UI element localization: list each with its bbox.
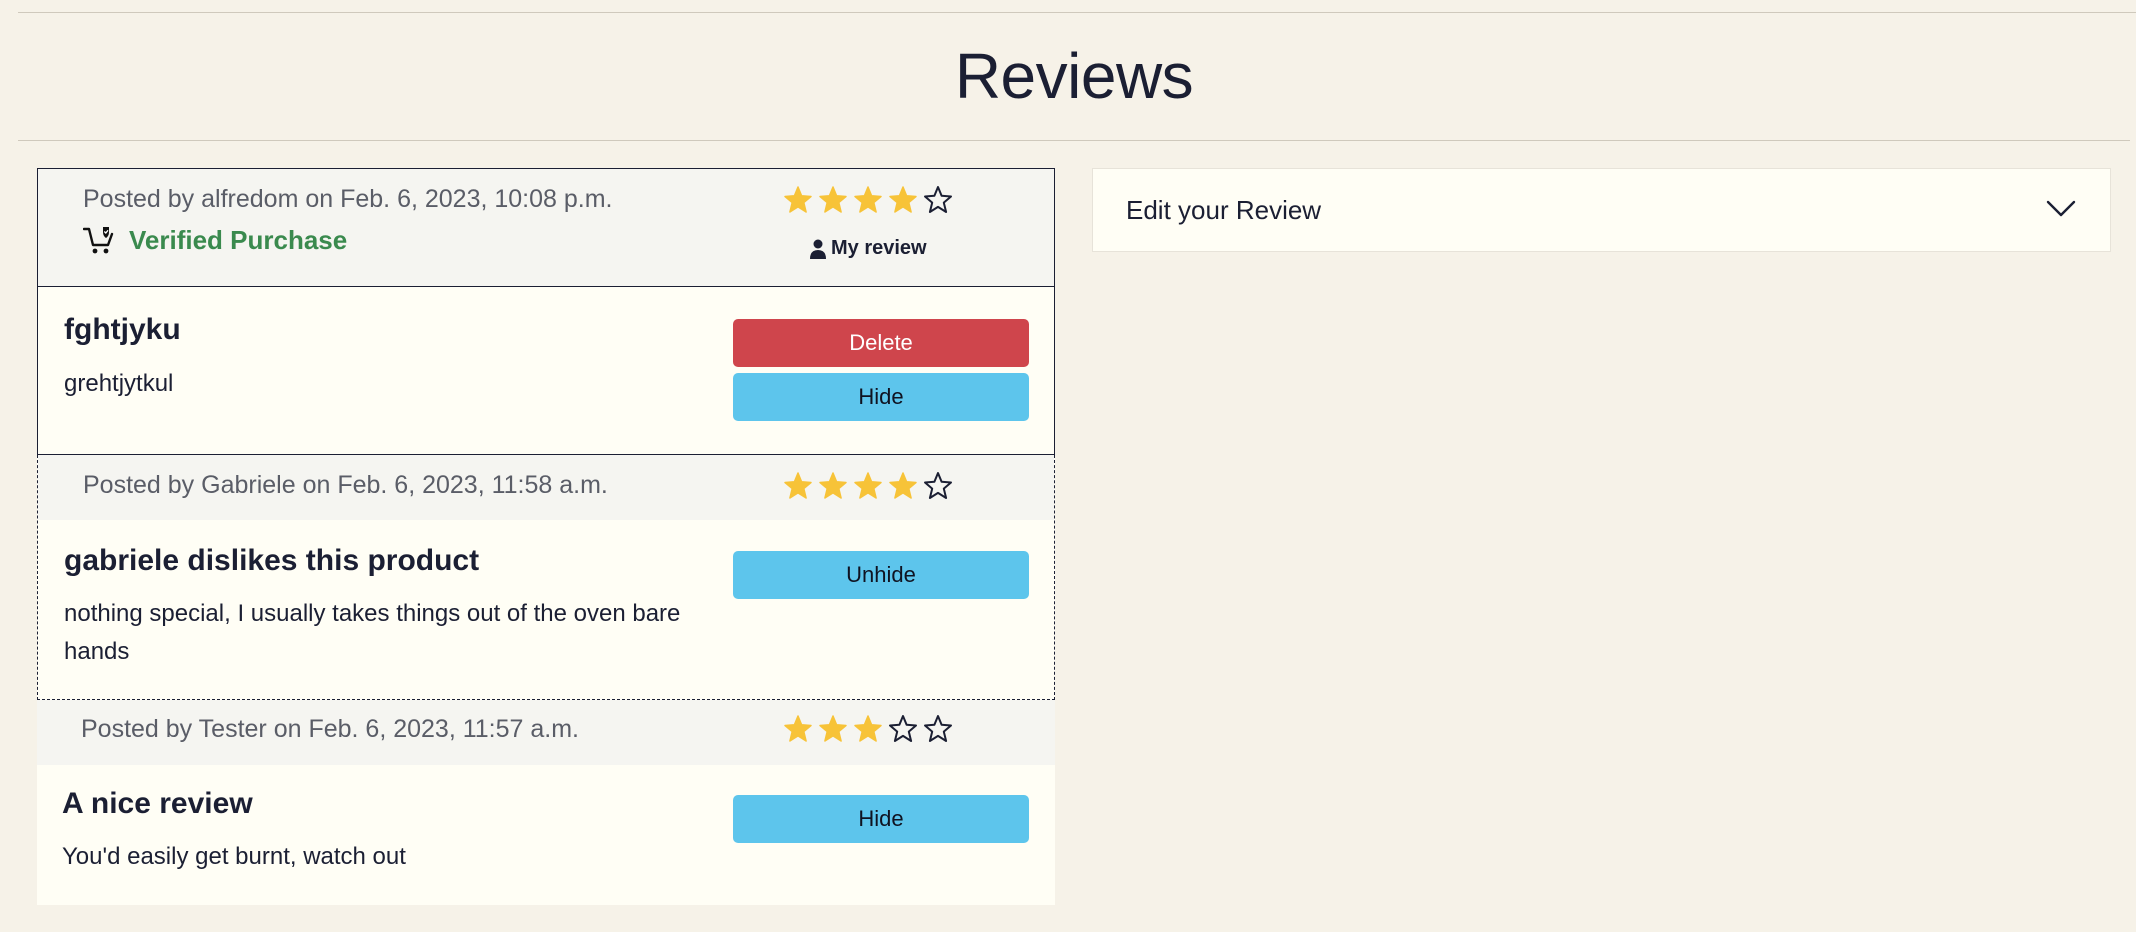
review-title: fghtjyku — [64, 313, 181, 346]
review-header: Posted by alfredom on Feb. 6, 2023, 10:0… — [38, 169, 1054, 287]
delete-review-button[interactable]: Delete — [733, 319, 1029, 367]
review-body: gabriele dislikes this product nothing s… — [38, 520, 1054, 699]
review-header: Posted by Gabriele on Feb. 6, 2023, 11:5… — [38, 455, 1054, 520]
rating-stars — [783, 714, 953, 744]
star-filled-icon — [854, 472, 882, 499]
review-body: A nice review You'd easily get burnt, wa… — [37, 765, 1055, 905]
rating-stars — [783, 185, 953, 215]
star-filled-icon — [819, 186, 847, 213]
edit-review-label: Edit your Review — [1126, 195, 1322, 225]
chevron-down-icon[interactable] — [2046, 197, 2076, 221]
page-header: Reviews — [18, 36, 2130, 116]
star-filled-icon — [854, 186, 882, 213]
star-filled-icon — [819, 472, 847, 499]
review-posted-by: Posted by alfredom on Feb. 6, 2023, 10:0… — [83, 185, 613, 213]
review-card: Posted by Gabriele on Feb. 6, 2023, 11:5… — [37, 455, 1055, 700]
review-posted-by: Posted by Gabriele on Feb. 6, 2023, 11:5… — [83, 471, 608, 499]
page-title: Reviews — [954, 40, 1194, 112]
my-review-badge: My review — [809, 237, 927, 260]
star-filled-icon — [784, 472, 812, 499]
hide-review-button[interactable]: Hide — [733, 373, 1029, 421]
star-filled-icon — [784, 186, 812, 213]
review-card: Posted by Tester on Feb. 6, 2023, 11:57 … — [37, 700, 1055, 905]
star-filled-icon — [784, 715, 812, 742]
title-divider — [18, 140, 2130, 141]
review-posted-by: Posted by Tester on Feb. 6, 2023, 11:57 … — [81, 715, 579, 743]
verified-purchase-label: Verified Purchase — [129, 225, 348, 255]
star-filled-icon — [889, 186, 917, 213]
user-icon — [810, 239, 826, 259]
star-empty-icon — [889, 715, 917, 742]
review-text: nothing special, I usually takes things … — [64, 600, 681, 665]
star-filled-icon — [854, 715, 882, 742]
review-title: gabriele dislikes this product — [64, 544, 480, 577]
review-card: Posted by alfredom on Feb. 6, 2023, 10:0… — [37, 168, 1055, 455]
review-text: grehtjytkul — [64, 370, 174, 397]
review-header: Posted by Tester on Feb. 6, 2023, 11:57 … — [37, 700, 1055, 765]
my-review-label: My review — [831, 237, 927, 259]
star-filled-icon — [819, 715, 847, 742]
star-filled-icon — [889, 472, 917, 499]
hide-review-button[interactable]: Hide — [733, 795, 1029, 843]
rating-stars — [783, 471, 953, 501]
reviews-list: Posted by alfredom on Feb. 6, 2023, 10:0… — [37, 168, 1055, 905]
star-empty-icon — [924, 472, 952, 499]
unhide-review-button[interactable]: Unhide — [733, 551, 1029, 599]
top-divider — [18, 12, 2136, 13]
edit-review-accordion[interactable]: Edit your Review — [1092, 168, 2111, 252]
review-title: A nice review — [62, 787, 253, 820]
review-text: You'd easily get burnt, watch out — [62, 843, 406, 870]
star-empty-icon — [924, 715, 952, 742]
star-empty-icon — [924, 186, 952, 213]
cart-check-icon — [83, 226, 114, 253]
verified-purchase-badge: Verified Purchase — [83, 225, 347, 256]
review-body: fghtjyku grehtjytkul Delete Hide — [38, 287, 1054, 454]
